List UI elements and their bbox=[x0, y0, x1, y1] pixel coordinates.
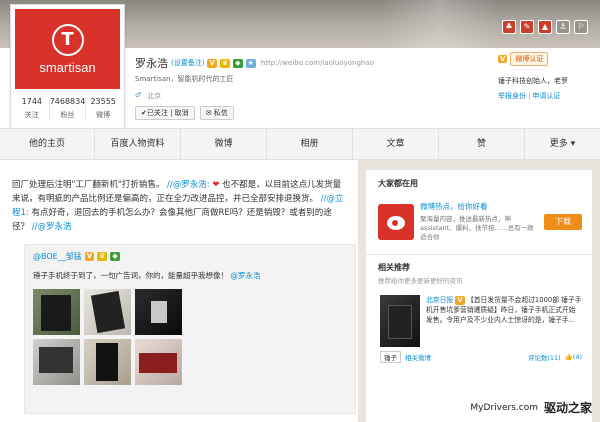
tab-album[interactable]: 相册 bbox=[267, 129, 353, 159]
apply-verify-link[interactable]: 申请认证 bbox=[532, 92, 560, 100]
recommend-footer: 锤子 相关微博 评论数(11) 👍(4) bbox=[366, 347, 592, 363]
related-weibo-link[interactable]: 相关微博 bbox=[405, 352, 431, 362]
topic-tag[interactable]: 锤子 bbox=[380, 351, 401, 363]
mention-link[interactable]: //@罗永浩 bbox=[32, 222, 72, 232]
report-identity-link[interactable]: 举报身份 bbox=[498, 92, 526, 100]
level-icon[interactable]: ▲ bbox=[538, 20, 552, 34]
location-text: 北京 bbox=[147, 92, 162, 100]
anchor-icon[interactable]: ⚓ bbox=[556, 20, 570, 34]
repost-author: @BOE__邹猛 V ♛ ◆ bbox=[33, 251, 347, 262]
following-number: 1744 bbox=[21, 97, 43, 106]
app-title[interactable]: 微博热点，给你好看 bbox=[420, 201, 538, 212]
profile-name: 罗永浩 bbox=[135, 57, 168, 70]
recommend-item[interactable]: 北京日报 V 【首日发货量不会超过1000部 锤子手机开售坑爹营销遭质疑】昨日，… bbox=[366, 285, 592, 347]
watermark: MyDrivers.com 驱动之家 bbox=[470, 399, 592, 416]
verify-panel: V 微博认证 锤子科技创始人，老罗 举报身份 | 申请认证 bbox=[498, 52, 588, 101]
watermark-name: 驱动之家 bbox=[543, 401, 592, 415]
profile-nav: 他的主页 百度人物资料 微博 相册 文章 赞 更多 ▾ bbox=[0, 128, 600, 160]
verified-icon: V bbox=[455, 296, 465, 305]
posts-count[interactable]: 23555 微博 bbox=[86, 97, 120, 120]
tab-articles[interactable]: 文章 bbox=[353, 129, 439, 159]
verify-info: 锤子科技创始人，老罗 bbox=[498, 77, 568, 85]
vip-icon: ♛ bbox=[97, 252, 108, 261]
sidebar: 大家都在用 微博热点，给你好看 聚海量内容，推送最新热点，神assistant、… bbox=[366, 170, 592, 422]
app-description: 聚海量内容，推送最新热点，神assistant、爆料、扶节按……总有一款适合你 bbox=[420, 215, 534, 241]
watermark-site: MyDrivers.com bbox=[470, 402, 538, 413]
separator: | bbox=[528, 92, 531, 100]
recommend-subtitle: 推荐给你更多更新更好的资讯 bbox=[378, 277, 463, 285]
tab-weibo[interactable]: 微博 bbox=[181, 129, 267, 159]
recommend-source[interactable]: 北京日报 bbox=[426, 296, 453, 304]
cover-decoration bbox=[380, 0, 500, 48]
recommend-heading: 相关推荐 bbox=[378, 263, 410, 272]
verify-label[interactable]: 微博认证 bbox=[510, 52, 549, 66]
vip-icon: ♛ bbox=[219, 58, 231, 68]
photo-grid bbox=[33, 289, 347, 385]
message-button[interactable]: ✉ 私信 bbox=[199, 106, 234, 120]
followers-count[interactable]: 7468834 粉丝 bbox=[50, 97, 87, 120]
verified-icon: V bbox=[84, 252, 95, 261]
recommend-image[interactable] bbox=[380, 295, 420, 347]
followers-label: 粉丝 bbox=[60, 111, 75, 119]
name-row: 罗永浩 (设置备注) V ♛ ◆ ★ http://weibo.com/laol… bbox=[135, 55, 374, 71]
likes-count: (4) bbox=[572, 353, 582, 361]
medal-icon[interactable]: ♣ bbox=[502, 20, 516, 34]
repost-text-body: 锤子手机终于到了，一句广告词，你的，能量超乎我想像！ bbox=[33, 271, 228, 280]
member-icon: ◆ bbox=[110, 252, 120, 261]
profile-header: T smartisan 1744 关注 7468834 粉丝 23555 微博 … bbox=[0, 4, 600, 134]
photo-thumb[interactable] bbox=[135, 339, 182, 385]
feed-card: 回厂处理后注明"工厂翻新机"打折销售。 //@罗永浩: ❤ 也不都是，以目前这点… bbox=[0, 160, 358, 422]
flag-icon[interactable]: ⚐ bbox=[574, 20, 588, 34]
avatar-card: T smartisan 1744 关注 7468834 粉丝 23555 微博 bbox=[10, 4, 125, 134]
followers-number: 7468834 bbox=[49, 97, 86, 106]
homepage-link[interactable]: http://weibo.com/laoluoyonghao bbox=[261, 59, 374, 67]
post-text: 回厂处理后注明"工厂翻新机"打折销售。 //@罗永浩: ❤ 也不都是，以目前这点… bbox=[12, 178, 348, 234]
photo-thumb[interactable] bbox=[33, 289, 80, 335]
photo-thumb[interactable] bbox=[33, 339, 80, 385]
repost-box: @BOE__邹猛 V ♛ ◆ 锤子手机终于到了，一句广告词，你的，能量超乎我想像… bbox=[24, 244, 356, 414]
sidebar-heading: 大家都在用 bbox=[378, 179, 418, 188]
followed-button[interactable]: ✔已关注 | 取消 bbox=[135, 106, 195, 120]
mention-link[interactable]: @罗永浩 bbox=[230, 271, 260, 280]
profile-counts: 1744 关注 7468834 粉丝 23555 微博 bbox=[15, 97, 120, 120]
recommend-text: 北京日报 V 【首日发货量不会超过1000部 锤子手机开售坑爹营销遭质疑】昨日，… bbox=[426, 295, 582, 347]
repost-author-link[interactable]: @BOE__邹猛 bbox=[33, 251, 82, 262]
verify-links: 举报身份 | 申请认证 bbox=[498, 91, 588, 101]
level-badge-icon: ★ bbox=[245, 58, 256, 68]
app-promo: 微博热点，给你好看 聚海量内容，推送最新热点，神assistant、爆料、扶节按… bbox=[366, 189, 592, 242]
weibo-app-icon[interactable] bbox=[378, 203, 414, 240]
repost-text: 锤子手机终于到了，一句广告词，你的，能量超乎我想像！ @罗永浩 bbox=[33, 270, 347, 281]
following-count[interactable]: 1744 关注 bbox=[15, 97, 50, 120]
post-text-part: 回厂处理后注明"工厂翻新机"打折销售。 bbox=[12, 180, 165, 190]
avatar-logo: T bbox=[51, 23, 84, 56]
avatar-brand: smartisan bbox=[39, 59, 96, 75]
likes-link[interactable]: 👍(4) bbox=[565, 353, 582, 361]
photo-thumb[interactable] bbox=[135, 289, 182, 335]
heart-icon: ❤ bbox=[212, 180, 220, 190]
download-button[interactable]: 下载 bbox=[544, 213, 582, 230]
action-buttons: ✔已关注 | 取消 ✉ 私信 bbox=[135, 106, 234, 120]
posts-number: 23555 bbox=[90, 97, 116, 106]
photo-thumb[interactable] bbox=[84, 339, 131, 385]
cover-icon-bar: ♣ ✎ ▲ ⚓ ⚐ bbox=[502, 20, 588, 34]
following-label: 关注 bbox=[24, 111, 39, 119]
profile-bio: Smartisan，智能机时代的工匠 bbox=[135, 75, 234, 83]
set-remark-link[interactable]: (设置备注) bbox=[171, 58, 204, 68]
photo-thumb[interactable] bbox=[84, 289, 131, 335]
tab-baidu-profile[interactable]: 百度人物资料 bbox=[95, 129, 181, 159]
avatar[interactable]: T smartisan bbox=[15, 9, 120, 89]
posts-label: 微博 bbox=[96, 111, 111, 119]
mention-link[interactable]: //@罗永浩: bbox=[167, 180, 210, 190]
comments-link[interactable]: 评论数(11) bbox=[528, 352, 561, 362]
tab-more[interactable]: 更多 ▾ bbox=[525, 129, 600, 159]
tab-likes[interactable]: 赞 bbox=[439, 129, 525, 159]
member-icon: ◆ bbox=[233, 58, 243, 68]
verified-icon: V bbox=[207, 58, 217, 68]
tab-home[interactable]: 他的主页 bbox=[0, 129, 95, 159]
edit-icon[interactable]: ✎ bbox=[520, 20, 534, 34]
verify-v-icon: V bbox=[498, 55, 508, 63]
male-icon: ♂ bbox=[135, 91, 142, 99]
location-row: ♂ 北京 bbox=[135, 91, 161, 101]
